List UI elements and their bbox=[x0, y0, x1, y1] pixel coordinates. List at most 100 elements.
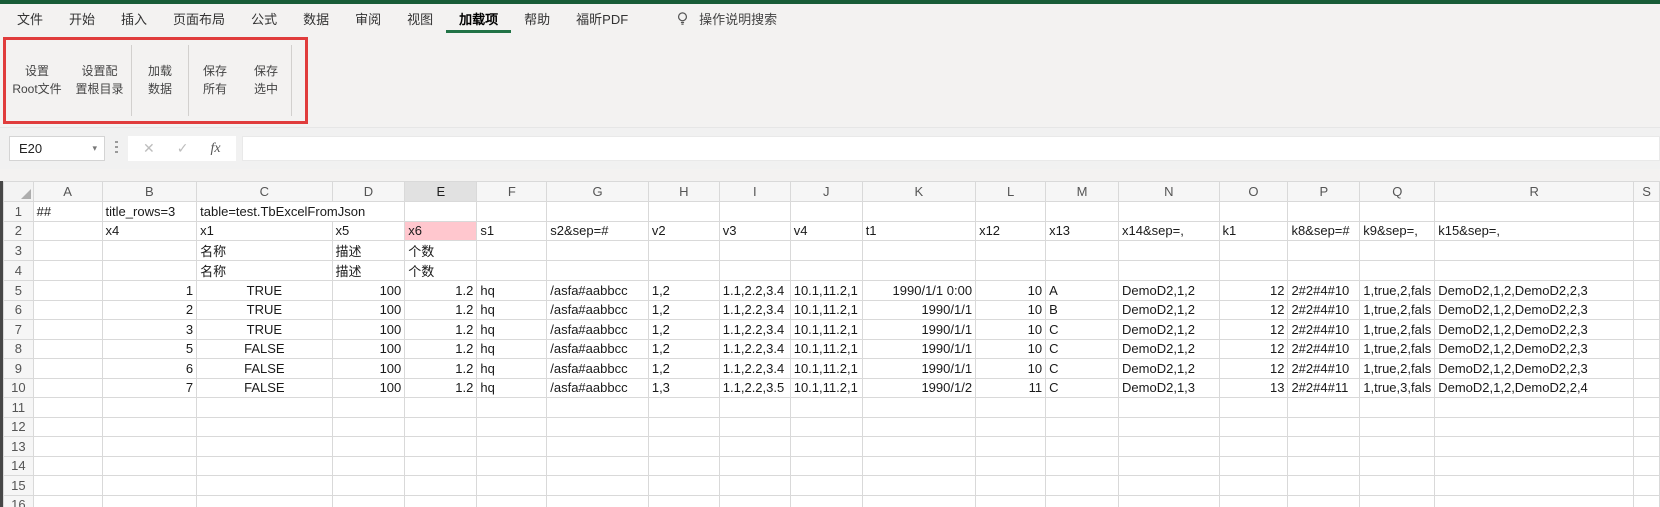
cell-E16[interactable] bbox=[405, 495, 477, 507]
row-header-3[interactable]: 3 bbox=[4, 241, 34, 261]
cell-N7[interactable]: DemoD2,1,2 bbox=[1119, 320, 1220, 340]
cell-G1[interactable] bbox=[547, 202, 649, 222]
col-header-D[interactable]: D bbox=[332, 182, 405, 202]
cell-P5[interactable]: 2#2#4#10 bbox=[1288, 281, 1360, 301]
cell-L6[interactable]: 10 bbox=[976, 300, 1046, 320]
cell-A14[interactable] bbox=[33, 456, 102, 476]
cell-S15[interactable] bbox=[1634, 476, 1660, 496]
cell-L2[interactable]: x12 bbox=[976, 221, 1046, 241]
cell-C6[interactable]: TRUE bbox=[197, 300, 332, 320]
cell-Q6[interactable]: 1,true,2,fals bbox=[1360, 300, 1435, 320]
cell-H11[interactable] bbox=[648, 398, 719, 418]
cell-M8[interactable]: C bbox=[1046, 339, 1119, 359]
cell-N5[interactable]: DemoD2,1,2 bbox=[1119, 281, 1220, 301]
cell-I11[interactable] bbox=[719, 398, 790, 418]
cell-S3[interactable] bbox=[1634, 241, 1660, 261]
cell-B4[interactable] bbox=[102, 261, 197, 281]
col-header-H[interactable]: H bbox=[648, 182, 719, 202]
cell-L13[interactable] bbox=[976, 437, 1046, 457]
cell-H1[interactable] bbox=[648, 202, 719, 222]
cell-J2[interactable]: v4 bbox=[790, 221, 862, 241]
cell-N9[interactable]: DemoD2,1,2 bbox=[1119, 359, 1220, 379]
cell-I9[interactable]: 1.1,2.2,3.4 bbox=[719, 359, 790, 379]
col-header-J[interactable]: J bbox=[790, 182, 862, 202]
cell-K3[interactable] bbox=[862, 241, 975, 261]
row-header-5[interactable]: 5 bbox=[4, 281, 34, 301]
cell-F13[interactable] bbox=[477, 437, 547, 457]
cell-S14[interactable] bbox=[1634, 456, 1660, 476]
cell-P3[interactable] bbox=[1288, 241, 1360, 261]
cell-R2[interactable]: k15&sep=, bbox=[1435, 221, 1634, 241]
col-header-S[interactable]: S bbox=[1634, 182, 1660, 202]
cell-O6[interactable]: 12 bbox=[1219, 300, 1288, 320]
cell-G3[interactable] bbox=[547, 241, 649, 261]
cell-D5[interactable]: 100 bbox=[332, 281, 405, 301]
cell-R1[interactable] bbox=[1435, 202, 1634, 222]
cell-A9[interactable] bbox=[33, 359, 102, 379]
cell-I1[interactable] bbox=[719, 202, 790, 222]
cell-J7[interactable]: 10.1,11.2,1 bbox=[790, 320, 862, 340]
cell-G5[interactable]: /asfa#aabbcc bbox=[547, 281, 649, 301]
cell-E9[interactable]: 1.2 bbox=[405, 359, 477, 379]
cell-O14[interactable] bbox=[1219, 456, 1288, 476]
cell-F3[interactable] bbox=[477, 241, 547, 261]
cell-G2[interactable]: s2&sep=# bbox=[547, 221, 649, 241]
cell-D14[interactable] bbox=[332, 456, 405, 476]
cell-N15[interactable] bbox=[1119, 476, 1220, 496]
cell-I4[interactable] bbox=[719, 261, 790, 281]
cell-J3[interactable] bbox=[790, 241, 862, 261]
cell-K10[interactable]: 1990/1/2 bbox=[862, 378, 975, 398]
cell-C5[interactable]: TRUE bbox=[197, 281, 332, 301]
tell-me-search[interactable]: 操作说明搜索 bbox=[675, 4, 777, 33]
cell-P9[interactable]: 2#2#4#10 bbox=[1288, 359, 1360, 379]
cell-B12[interactable] bbox=[102, 417, 197, 437]
cell-O13[interactable] bbox=[1219, 437, 1288, 457]
cell-E7[interactable]: 1.2 bbox=[405, 320, 477, 340]
col-header-N[interactable]: N bbox=[1119, 182, 1220, 202]
cell-Q15[interactable] bbox=[1360, 476, 1435, 496]
cell-L16[interactable] bbox=[976, 495, 1046, 507]
cell-R7[interactable]: DemoD2,1,2,DemoD2,2,3 bbox=[1435, 320, 1634, 340]
cell-G9[interactable]: /asfa#aabbcc bbox=[547, 359, 649, 379]
cell-A7[interactable] bbox=[33, 320, 102, 340]
cell-N12[interactable] bbox=[1119, 417, 1220, 437]
cell-R16[interactable] bbox=[1435, 495, 1634, 507]
cell-E8[interactable]: 1.2 bbox=[405, 339, 477, 359]
cell-P10[interactable]: 2#2#4#11 bbox=[1288, 378, 1360, 398]
cell-A16[interactable] bbox=[33, 495, 102, 507]
cell-A10[interactable] bbox=[33, 378, 102, 398]
cell-J12[interactable] bbox=[790, 417, 862, 437]
cell-K9[interactable]: 1990/1/1 bbox=[862, 359, 975, 379]
cell-Q3[interactable] bbox=[1360, 241, 1435, 261]
cell-C8[interactable]: FALSE bbox=[197, 339, 332, 359]
formula-bar-drag-handle-icon[interactable] bbox=[115, 141, 118, 156]
cell-Q8[interactable]: 1,true,2,fals bbox=[1360, 339, 1435, 359]
cell-M14[interactable] bbox=[1046, 456, 1119, 476]
cell-P13[interactable] bbox=[1288, 437, 1360, 457]
row-header-11[interactable]: 11 bbox=[4, 398, 34, 418]
cell-P6[interactable]: 2#2#4#10 bbox=[1288, 300, 1360, 320]
cell-M3[interactable] bbox=[1046, 241, 1119, 261]
cell-S4[interactable] bbox=[1634, 261, 1660, 281]
cell-H7[interactable]: 1,2 bbox=[648, 320, 719, 340]
cell-L12[interactable] bbox=[976, 417, 1046, 437]
cell-H6[interactable]: 1,2 bbox=[648, 300, 719, 320]
cell-R10[interactable]: DemoD2,1,2,DemoD2,2,4 bbox=[1435, 378, 1634, 398]
cell-M13[interactable] bbox=[1046, 437, 1119, 457]
cell-D15[interactable] bbox=[332, 476, 405, 496]
cell-G14[interactable] bbox=[547, 456, 649, 476]
cell-K2[interactable]: t1 bbox=[862, 221, 975, 241]
cell-D16[interactable] bbox=[332, 495, 405, 507]
cell-F10[interactable]: hq bbox=[477, 378, 547, 398]
save-all-button[interactable]: 保存 所有 bbox=[189, 40, 241, 121]
cell-I12[interactable] bbox=[719, 417, 790, 437]
cell-L7[interactable]: 10 bbox=[976, 320, 1046, 340]
cell-C3[interactable]: 名称 bbox=[197, 241, 332, 261]
cell-E14[interactable] bbox=[405, 456, 477, 476]
cell-O12[interactable] bbox=[1219, 417, 1288, 437]
cell-B14[interactable] bbox=[102, 456, 197, 476]
col-header-K[interactable]: K bbox=[862, 182, 975, 202]
cell-F4[interactable] bbox=[477, 261, 547, 281]
cell-E3[interactable]: 个数 bbox=[405, 241, 477, 261]
load-data-button[interactable]: 加载 数据 bbox=[132, 40, 188, 121]
